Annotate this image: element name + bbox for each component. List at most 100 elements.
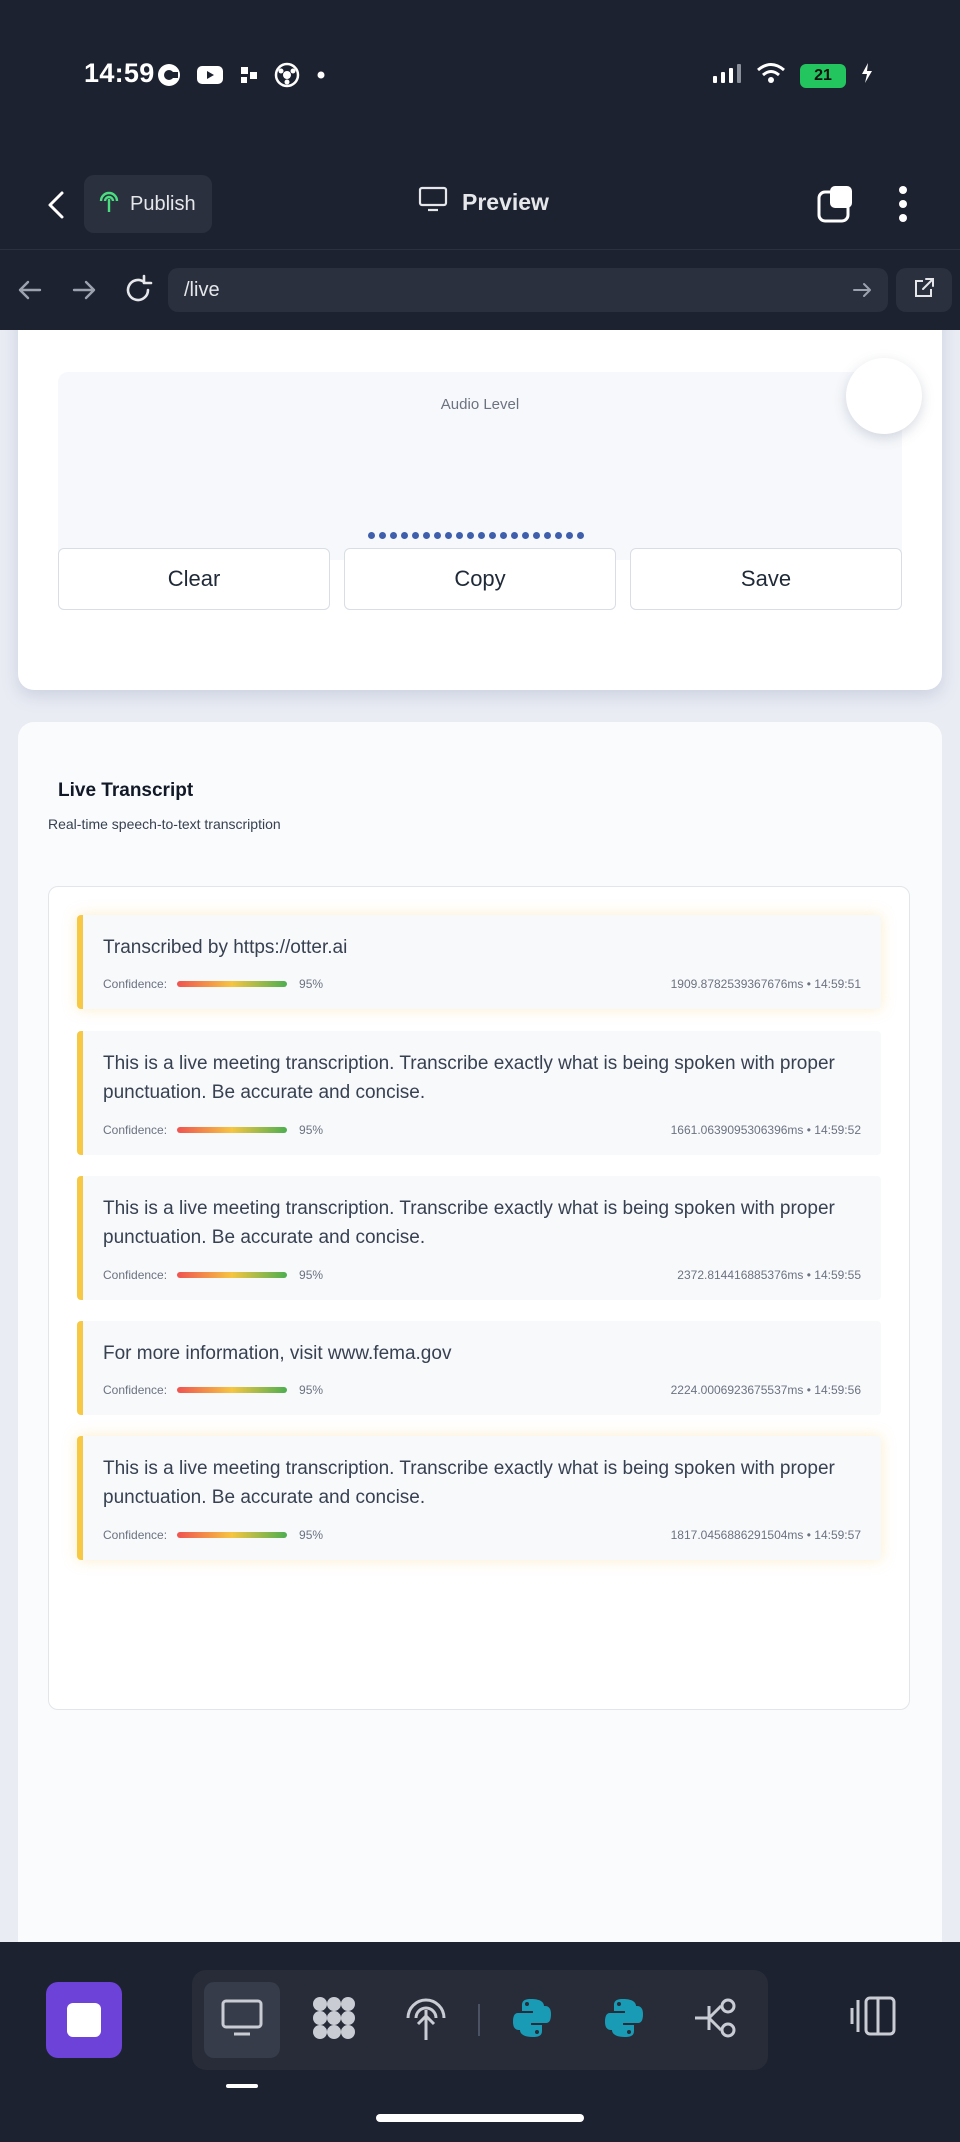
confidence-label: Confidence: [103, 1268, 168, 1282]
confidence-value: 95% [299, 1383, 324, 1397]
segment-text: For more information, visit www.fema.gov [103, 1343, 452, 1364]
deploy-icon [404, 1994, 448, 2047]
app-toolbar: Publish Preview [0, 160, 960, 250]
copy-button[interactable]: Copy [344, 548, 616, 610]
transcript-subtitle: Real-time speech-to-text transcription [48, 816, 281, 832]
panel-toggle-icon[interactable] [848, 1994, 898, 2038]
open-external-button[interactable] [896, 268, 952, 312]
tabs-icon[interactable] [816, 184, 856, 224]
reload-icon[interactable] [122, 274, 154, 306]
status-right-icons: 21 [712, 62, 874, 89]
segment-text: This is a live meeting transcription. Tr… [103, 1198, 835, 1248]
tool-separator [478, 2004, 480, 2036]
confidence-bar [177, 981, 288, 987]
threads-icon [156, 62, 182, 93]
segment-timestamp: 2372.814416885376ms • 14:59:55 [677, 1268, 861, 1282]
transcript-segment: This is a live meeting transcription. Tr… [77, 1031, 881, 1155]
confidence-bar [177, 1272, 288, 1278]
back-chevron-icon[interactable] [40, 188, 74, 222]
confidence-bar [177, 1532, 288, 1538]
confidence-value: 95% [299, 1123, 324, 1137]
youtube-icon [196, 64, 224, 91]
external-link-icon [912, 276, 936, 305]
bottom-dock [0, 1942, 960, 2142]
status-time: 14:59 [84, 58, 155, 88]
soccer-icon [274, 62, 300, 93]
python-icon [602, 1996, 646, 2045]
deploy-tool-button[interactable] [388, 1982, 464, 2058]
confidence-value: 95% [299, 1268, 324, 1282]
confidence-value: 95% [299, 1528, 324, 1542]
segment-text: This is a live meeting transcription. Tr… [103, 1053, 835, 1103]
segment-meta: Confidence: 95% 1661.0639095306396ms • 1… [103, 1123, 861, 1137]
confidence-bar [177, 1387, 288, 1393]
publish-icon [98, 189, 120, 219]
segment-meta: Confidence: 95% 2224.0006923675537ms • 1… [103, 1383, 861, 1397]
audio-level-label: Audio Level [440, 396, 520, 413]
publish-label: Publish [130, 192, 196, 215]
go-arrow-icon[interactable] [850, 278, 874, 302]
more-options-icon[interactable] [892, 182, 914, 226]
transcript-segment: This is a live meeting transcription. Tr… [77, 1436, 881, 1560]
stop-button[interactable] [46, 1982, 122, 2058]
confidence-bar [177, 1127, 288, 1133]
segment-timestamp: 1817.0456886291504ms • 14:59:57 [670, 1528, 861, 1542]
transcript-card: Live Transcript Real-time speech-to-text… [18, 722, 942, 1942]
segment-meta: Confidence: 95% 2372.814416885376ms • 14… [103, 1268, 861, 1282]
confidence-value: 95% [299, 977, 324, 991]
monitor-icon [220, 1998, 264, 2043]
back-arrow-icon[interactable] [14, 274, 46, 306]
workflow-tool-button[interactable] [296, 1982, 372, 2058]
preview-label: Preview [462, 188, 549, 215]
grid-blob-icon [310, 1995, 358, 2046]
transcript-segment: For more information, visit www.fema.gov… [77, 1321, 881, 1415]
preview-toggle[interactable]: Preview [418, 186, 549, 218]
wifi-icon [756, 62, 786, 89]
web-viewport: Audio Level Clear Copy Save Live Transcr… [0, 330, 960, 1942]
transcript-title: Live Transcript [58, 780, 194, 801]
connections-icon [693, 1996, 739, 2045]
active-tab-indicator [226, 2084, 258, 2088]
dot-icon [314, 68, 328, 87]
transcript-segment: Transcribed by https://otter.ai Confiden… [77, 915, 881, 1009]
python-tool-button[interactable] [494, 1982, 570, 2058]
status-app-icons [156, 62, 328, 93]
save-button[interactable]: Save [630, 548, 902, 610]
action-buttons: Clear Copy Save [58, 548, 902, 610]
url-text: /live [184, 278, 220, 301]
transcript-list[interactable]: Transcribed by https://otter.ai Confiden… [48, 886, 910, 1710]
confidence-label: Confidence: [103, 1383, 168, 1397]
segment-meta: Confidence: 95% 1909.8782539367676ms • 1… [103, 977, 861, 991]
python-tool-button-2[interactable] [586, 1982, 662, 2058]
home-indicator [376, 2114, 584, 2122]
recorder-card: Audio Level Clear Copy Save [18, 330, 942, 690]
connections-tool-button[interactable] [678, 1982, 754, 2058]
signal-icon [712, 62, 742, 89]
monitor-icon [418, 186, 448, 218]
preview-tool-button[interactable] [204, 1982, 280, 2058]
audio-level-panel: Audio Level [58, 372, 902, 560]
forward-arrow-icon[interactable] [68, 274, 100, 306]
segment-timestamp: 2224.0006923675537ms • 14:59:56 [670, 1383, 861, 1397]
segment-text: Transcribed by https://otter.ai [103, 937, 348, 958]
confidence-label: Confidence: [103, 977, 168, 991]
audio-level-meter [368, 532, 584, 539]
confidence-label: Confidence: [103, 1528, 168, 1542]
tool-group [192, 1970, 768, 2070]
battery-icon: 21 [800, 63, 846, 88]
app-icon [238, 64, 260, 91]
segment-text: This is a live meeting transcription. Tr… [103, 1458, 835, 1508]
confidence-label: Confidence: [103, 1123, 168, 1137]
stop-icon [67, 2003, 101, 2037]
segment-timestamp: 1661.0639095306396ms • 14:59:52 [670, 1123, 861, 1137]
browser-bar: /live [0, 250, 960, 330]
segment-timestamp: 1909.8782539367676ms • 14:59:51 [670, 977, 861, 991]
python-icon [510, 1996, 554, 2045]
publish-button[interactable]: Publish [84, 175, 212, 233]
url-input[interactable]: /live [168, 268, 888, 312]
clear-button[interactable]: Clear [58, 548, 330, 610]
charging-icon [860, 62, 874, 89]
segment-meta: Confidence: 95% 1817.0456886291504ms • 1… [103, 1528, 861, 1542]
status-bar: 14:59 21 [0, 0, 960, 160]
floating-action-button[interactable] [846, 358, 922, 434]
